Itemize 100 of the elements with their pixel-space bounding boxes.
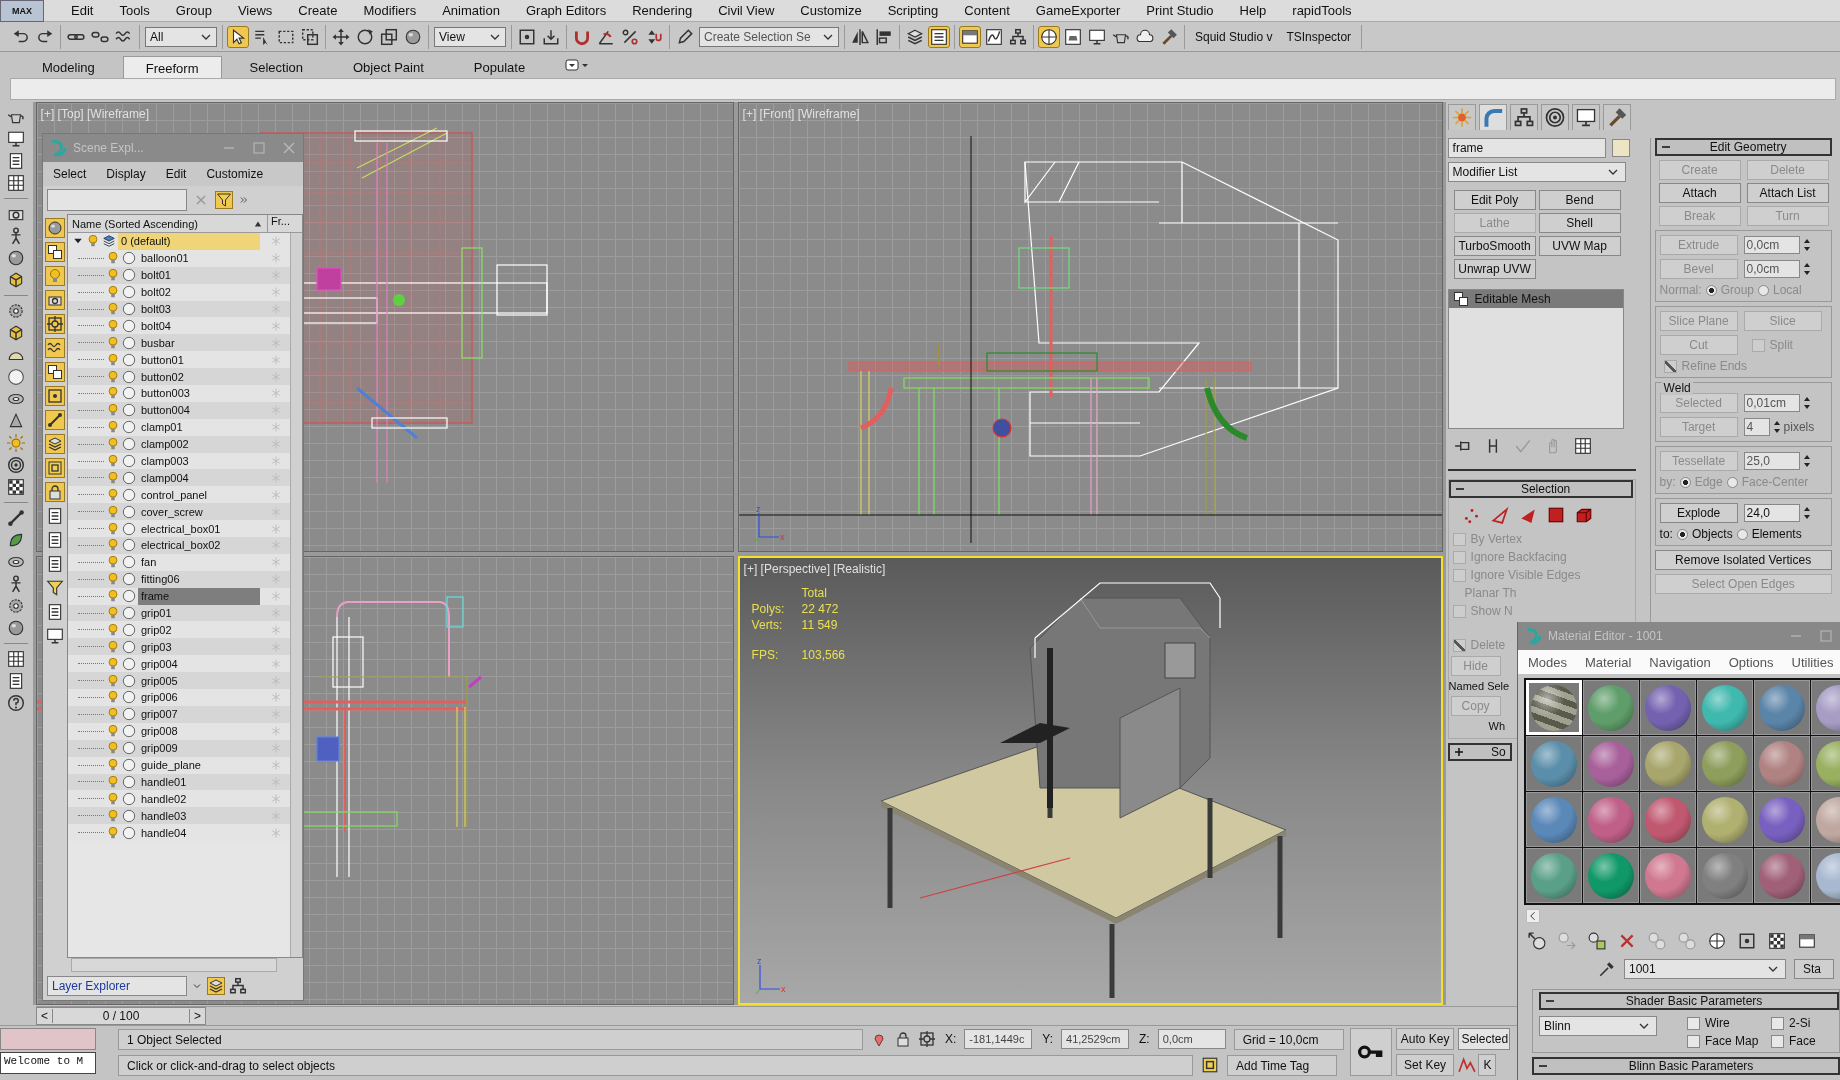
menu-item[interactable]: Civil View	[705, 3, 788, 18]
number-field[interactable]: 24,0	[1743, 504, 1800, 522]
modifier-button[interactable]: Edit Poly	[1453, 190, 1536, 210]
menu-item[interactable]: Group	[162, 3, 225, 18]
menu-item[interactable]: Utilities	[1783, 654, 1840, 670]
modifier-button[interactable]: TurboSmooth	[1453, 236, 1536, 256]
object-name-field[interactable]: frame	[1447, 138, 1606, 158]
object-name[interactable]: button01	[138, 351, 260, 369]
next-frame-button[interactable]: >	[189, 1009, 205, 1023]
rollout-header[interactable]: So	[1447, 743, 1512, 761]
modifier-button[interactable]: UVW Map	[1538, 236, 1621, 256]
menu-item[interactable]: Select	[43, 167, 97, 181]
key-filters-button[interactable]: K	[1478, 1054, 1497, 1076]
menu-item[interactable]: Animation	[429, 3, 513, 18]
add-time-tag-button[interactable]: Add Time Tag	[1227, 1054, 1337, 1076]
viewport[interactable]: [+] [Perspective] [Realistic] z x Total Polys: 22 472 Verts: 11 549 FPS: 103,566	[737, 555, 1443, 1005]
app-logo[interactable]: MAX	[0, 0, 44, 22]
dropdown[interactable]: View	[434, 26, 506, 47]
stats-value: 11 549	[801, 617, 838, 632]
object-name[interactable]: fan	[138, 553, 260, 571]
menu-item[interactable]: Rendering	[619, 3, 706, 18]
menu-item[interactable]: Tools	[106, 3, 163, 18]
menu-item[interactable]: Print Studio	[1133, 3, 1227, 18]
menu-item[interactable]: Edit	[58, 3, 107, 18]
object-name[interactable]: handle02	[138, 790, 260, 808]
ribbon-tab[interactable]: Populate	[451, 56, 548, 78]
previous-frame-button[interactable]: <	[37, 1009, 53, 1023]
object-name[interactable]: grip02	[138, 621, 260, 639]
key-mode-dropdown[interactable]: Selected	[1458, 1028, 1511, 1050]
explorer-dropdown[interactable]: Layer Explorer	[47, 976, 187, 996]
menu-item[interactable]: Options	[1720, 654, 1782, 670]
viewport-label[interactable]: [+] [Perspective] [Realistic]	[743, 561, 886, 576]
menu-item[interactable]: Customize	[196, 167, 274, 181]
button[interactable]: Attach List	[1746, 183, 1829, 203]
modifier-button[interactable]: Bend	[1538, 190, 1621, 210]
menu-item[interactable]: Content	[951, 3, 1023, 18]
radio-label: Edge	[1694, 475, 1723, 489]
modifier-list-dropdown[interactable]: Modifier List	[1447, 162, 1626, 182]
script-input-field[interactable]: Welcome to M	[0, 1052, 96, 1074]
button[interactable]: Attach	[1658, 183, 1741, 203]
object-name[interactable]: grip004	[138, 655, 260, 673]
coordinate-field[interactable]: 41,2529cm	[1061, 1029, 1130, 1049]
menu-item[interactable]: Modes	[1520, 654, 1576, 670]
material-type-button[interactable]: Sta	[1794, 959, 1834, 979]
modifier-button[interactable]: Unwrap UVW	[1453, 259, 1536, 279]
object-name[interactable]: guide_plane	[138, 756, 260, 774]
modifier-button[interactable]: Shell	[1538, 213, 1621, 233]
object-name[interactable]: grip008	[138, 722, 260, 740]
menu-item[interactable]: Scripting	[874, 3, 952, 18]
material-name-field[interactable]: 1001	[1624, 959, 1786, 979]
ribbon-tab[interactable]: Object Paint	[331, 56, 446, 78]
menu-item[interactable]: Edit	[155, 167, 197, 181]
menu-item[interactable]: Graph Editors	[512, 3, 620, 18]
dropdown[interactable]: Create Selection Se	[699, 26, 839, 47]
dropdown[interactable]: All	[145, 26, 217, 47]
menu-item[interactable]: GameExporter	[1022, 3, 1134, 18]
object-name[interactable]: clamp01	[138, 418, 260, 436]
object-name[interactable]: handle04	[138, 824, 260, 842]
button[interactable]: Explode	[1659, 503, 1738, 523]
rollout-header[interactable]: Shader Basic Parameters	[1539, 992, 1839, 1010]
radio-group-label: Normal:	[1659, 283, 1702, 297]
rollout-header[interactable]: Selection	[1448, 480, 1633, 498]
menu-item[interactable]: Customize	[787, 3, 875, 18]
set-key-button[interactable]: Set Key	[1395, 1054, 1455, 1076]
menu-item[interactable]: Display	[96, 167, 156, 181]
stack-item[interactable]: Editable Mesh	[1448, 290, 1623, 308]
ribbon-tab[interactable]: Selection	[227, 56, 325, 78]
column-header[interactable]: Name (Sorted Ascending)	[68, 215, 268, 232]
object-name[interactable]: bolt04	[138, 317, 260, 335]
menu-item[interactable]: Views	[224, 3, 286, 18]
object-name[interactable]: electrical_box01	[138, 520, 260, 538]
toolbar-label[interactable]: Squid Studio v	[1190, 29, 1278, 44]
object-name[interactable]: clamp003	[138, 452, 260, 470]
ribbon-tab[interactable]: Freeform	[122, 56, 222, 78]
radio-group-label: to:	[1659, 527, 1673, 541]
coordinate-field[interactable]: -181,1449c	[964, 1029, 1033, 1049]
object-name[interactable]: button003	[138, 385, 260, 402]
object-name[interactable]: balloon01	[138, 249, 260, 267]
toolbar-label[interactable]: TSInspector	[1281, 29, 1357, 44]
button[interactable]: Remove Isolated Vertices	[1654, 550, 1832, 570]
coordinate-field[interactable]: 0,0cm	[1157, 1029, 1226, 1049]
menu-item[interactable]: Navigation	[1641, 654, 1719, 670]
layer-name[interactable]: 0 (default)	[118, 233, 260, 250]
menu-item[interactable]: Modifiers	[350, 3, 430, 18]
label: Planar Th	[1463, 586, 1518, 600]
shader-dropdown[interactable]: Blinn	[1539, 1016, 1657, 1036]
object-name[interactable]: control_panel	[138, 486, 260, 504]
menu-item[interactable]: rapidTools	[1279, 3, 1365, 18]
rollout-header[interactable]: Blinn Basic Parameters	[1532, 1057, 1840, 1075]
menu-item[interactable]: Help	[1226, 3, 1280, 18]
object-name[interactable]: bolt02	[138, 283, 260, 301]
menu-item[interactable]: Material	[1577, 654, 1640, 670]
object-name[interactable]: grip006	[138, 689, 260, 706]
auto-key-button[interactable]: Auto Key	[1395, 1028, 1455, 1050]
menu-item[interactable]: Create	[285, 3, 351, 18]
column-header[interactable]: Fr...	[268, 215, 302, 232]
rollout-header[interactable]: Edit Geometry	[1654, 138, 1832, 156]
window-title: Scene Expl...	[73, 141, 145, 155]
time-slider-thumb[interactable]: < 0 / 100 >	[36, 1007, 206, 1025]
ribbon-tab[interactable]: Modeling	[20, 56, 117, 78]
